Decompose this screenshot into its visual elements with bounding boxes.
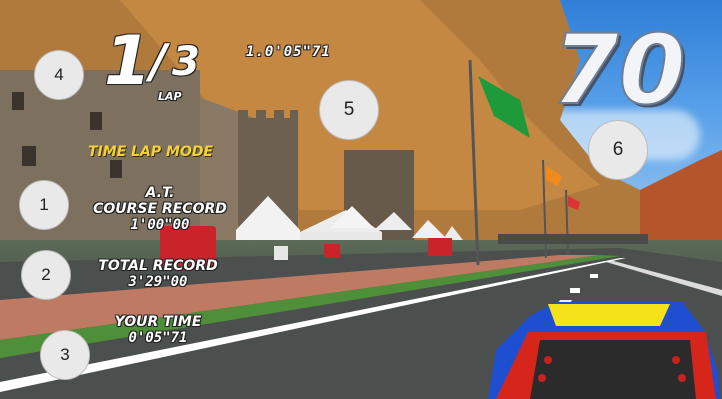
marker-3: 3: [40, 330, 90, 380]
game-mode-label: TIME LAP MODE: [88, 144, 214, 160]
marker-4: 4: [34, 50, 84, 100]
lap-current: 1: [104, 22, 152, 101]
lap-label: LAP: [158, 90, 182, 103]
your-time-label: YOUR TIME: [114, 314, 202, 330]
total-record-value: 3'29"00: [128, 274, 188, 290]
total-time: 1.0'05"71: [246, 44, 331, 60]
your-time-panel: YOUR TIME 0'05"71: [68, 314, 248, 346]
course-record-panel: A.T. COURSE RECORD 1'00"00: [70, 185, 250, 233]
marker-2: 2: [21, 250, 71, 300]
total-record-panel: TOTAL RECORD 3'29"00: [68, 258, 248, 290]
course-record-value: 1'00"00: [130, 217, 190, 233]
marker-5: 5: [319, 80, 379, 140]
your-time-value: 0'05"71: [128, 330, 188, 346]
total-record-label: TOTAL RECORD: [98, 258, 218, 274]
speedometer: 70: [551, 14, 687, 126]
marker-6: 6: [588, 120, 648, 180]
lap-separator: /: [150, 34, 167, 88]
at-label: A.T.: [145, 185, 175, 201]
game-screen: 1 / 3 LAP 1.0'05"71 70 TIME LAP MODE A.T…: [0, 0, 722, 399]
lap-total: 3: [172, 39, 200, 85]
marker-1: 1: [19, 180, 69, 230]
course-record-label: COURSE RECORD: [93, 201, 227, 217]
